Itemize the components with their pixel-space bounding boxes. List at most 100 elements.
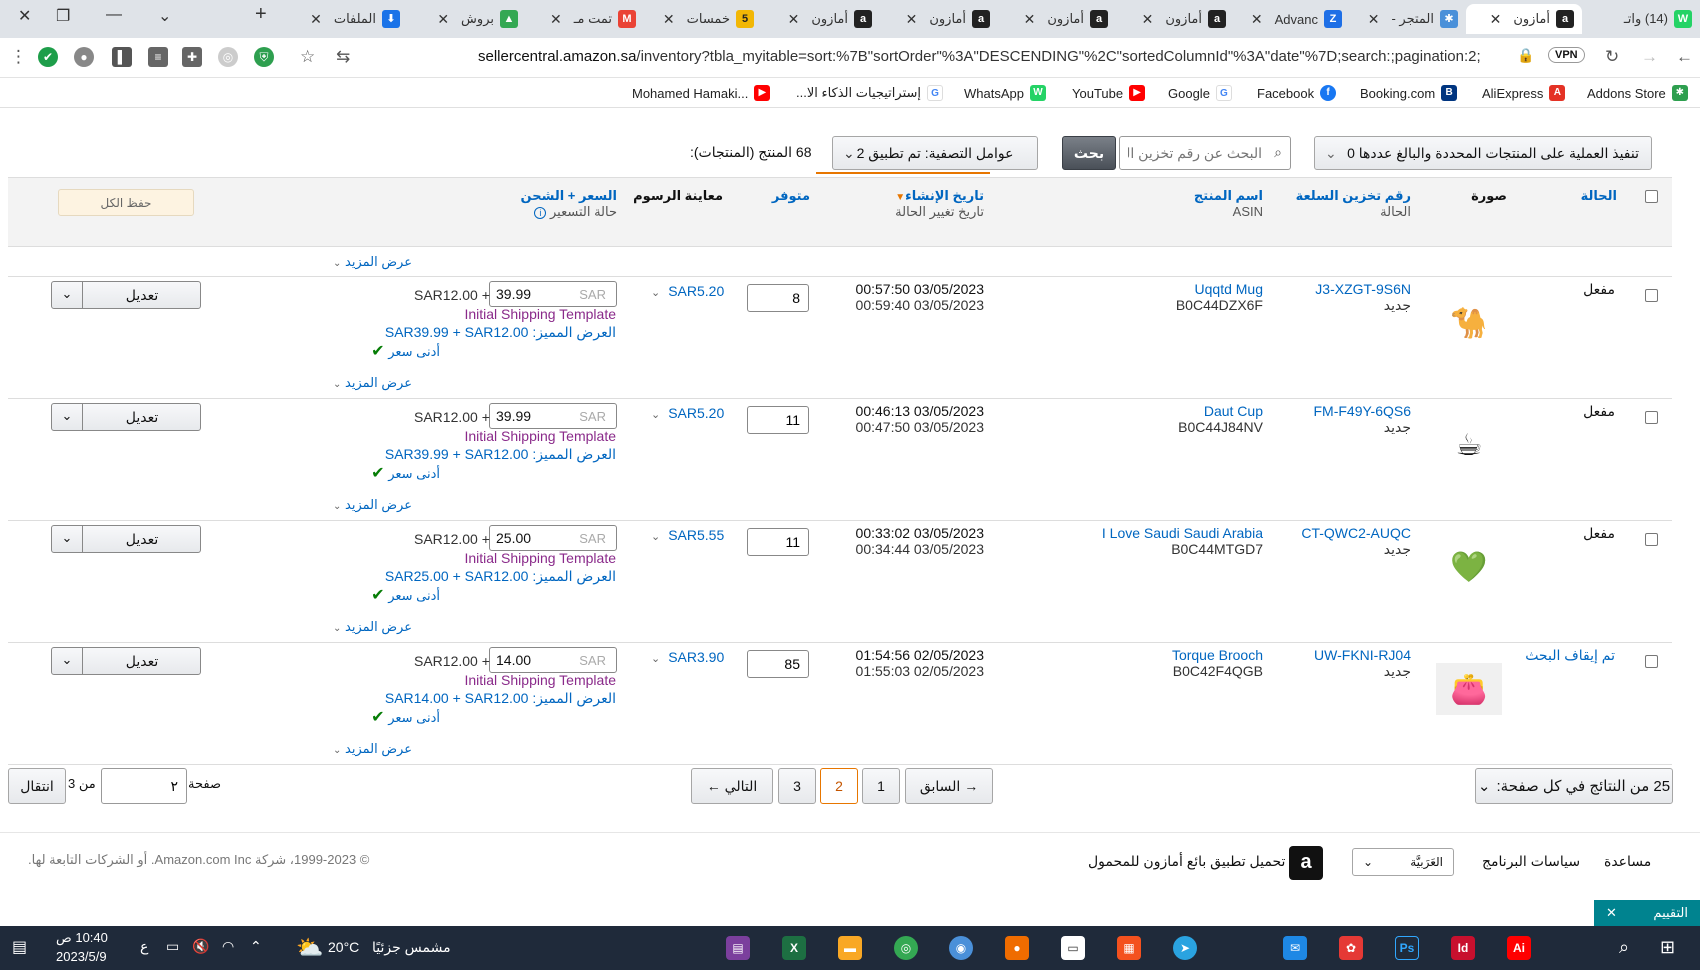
product-thumbnail[interactable]: 🐪: [1436, 297, 1502, 349]
row-checkbox[interactable]: [1645, 289, 1658, 302]
chevron-down-icon[interactable]: ⌄: [52, 404, 83, 430]
close-tab-icon[interactable]: ✕: [1024, 11, 1036, 28]
wifi-icon[interactable]: ◠: [222, 938, 234, 955]
close-tab-icon[interactable]: ✕: [788, 11, 800, 28]
help-link[interactable]: مساعدة: [1604, 853, 1651, 870]
sku-link[interactable]: J3-XZGT-9S6N: [1315, 281, 1411, 297]
battery-icon[interactable]: ▭: [166, 938, 179, 955]
show-more-link[interactable]: عرض المزيد ⌄: [333, 497, 412, 513]
close-tab-icon[interactable]: ✕: [663, 11, 675, 28]
compass-extension-icon[interactable]: ◎: [218, 47, 238, 67]
sidebar-icon[interactable]: ▌: [112, 47, 132, 67]
quantity-input[interactable]: [747, 406, 809, 434]
info-icon[interactable]: i: [534, 207, 547, 219]
select-all-checkbox[interactable]: [1645, 190, 1658, 203]
next-page-button[interactable]: التالي ←: [691, 768, 773, 804]
search-input[interactable]: [1120, 137, 1290, 169]
shipping-template-link[interactable]: Initial Shipping Template: [464, 672, 616, 688]
close-tab-icon[interactable]: ✕: [1142, 11, 1154, 28]
telegram-icon[interactable]: ➤: [1173, 936, 1197, 960]
store-icon[interactable]: ▦: [1117, 936, 1141, 960]
minimize-window-icon[interactable]: —: [106, 6, 122, 24]
url-text[interactable]: sellercentral.amazon.sa/inventory?tbla_m…: [478, 48, 1481, 65]
row-status[interactable]: تم إيقاف البحث: [1525, 647, 1615, 664]
quantity-input[interactable]: [747, 284, 809, 312]
search-button[interactable]: بحث: [1062, 136, 1116, 170]
page-3-button[interactable]: 3: [778, 768, 816, 804]
quantity-input[interactable]: [747, 528, 809, 556]
share-icon[interactable]: ⇆: [336, 47, 350, 67]
show-more-link[interactable]: عرض المزيد ⌄: [333, 254, 412, 270]
header-price[interactable]: السعر + الشحن حالة التسعير i: [521, 188, 617, 220]
tab-list-icon[interactable]: ⌄: [158, 6, 171, 26]
row-checkbox[interactable]: [1645, 411, 1658, 424]
clock-date[interactable]: 2023/5/9: [56, 949, 107, 964]
chevron-up-icon[interactable]: ⌃: [250, 938, 262, 955]
product-thumbnail[interactable]: 💚: [1436, 541, 1502, 593]
bookmark-item[interactable]: Addons Store ✱: [1587, 85, 1688, 101]
page-2-button-current[interactable]: 2: [820, 768, 858, 804]
program-policies-link[interactable]: سياسات البرنامج: [1482, 853, 1580, 870]
profile-icon[interactable]: ●: [74, 47, 94, 67]
bookmark-star-icon[interactable]: ☆: [300, 47, 315, 67]
close-tab-icon[interactable]: ✕: [1490, 11, 1502, 28]
product-thumbnail[interactable]: ☕: [1436, 419, 1502, 471]
restore-window-icon[interactable]: ❐: [56, 6, 70, 26]
tab-4[interactable]: Z Advanc ✕: [1234, 4, 1350, 34]
sku-link[interactable]: FM-F49Y-6QS6: [1313, 403, 1411, 419]
tab-7[interactable]: a أمازون ✕: [882, 4, 998, 34]
price-input-box[interactable]: SAR 39.99: [489, 281, 617, 307]
search-icon[interactable]: ⌕: [1619, 937, 1629, 958]
adobe-illustrator-icon[interactable]: Ai: [1507, 936, 1531, 960]
product-name-link[interactable]: Daut Cup: [1178, 403, 1263, 419]
page-1-button[interactable]: 1: [862, 768, 900, 804]
tab-12[interactable]: ⬇ الملفات ✕: [292, 4, 408, 34]
row-checkbox[interactable]: [1645, 655, 1658, 668]
sku-link[interactable]: UW-FKNI-RJ04: [1314, 647, 1411, 663]
bookmark-item[interactable]: Mohamed Hamaki... ▶: [632, 85, 771, 101]
adblock-icon[interactable]: ✔: [38, 47, 58, 67]
close-tab-icon[interactable]: ✕: [310, 11, 322, 28]
bookmark-item[interactable]: Facebook f: [1257, 85, 1337, 101]
notifications-icon[interactable]: ▤: [12, 937, 27, 957]
page-number-input[interactable]: [101, 768, 187, 804]
fee-preview[interactable]: ⌄ SAR5.55: [651, 527, 724, 543]
new-tab-icon[interactable]: +: [255, 3, 267, 26]
forward-icon[interactable]: →: [1641, 47, 1658, 67]
edit-dropdown-button[interactable]: تعديل ⌄: [51, 525, 201, 553]
reload-icon[interactable]: ↻: [1605, 47, 1619, 67]
bookmark-item[interactable]: AliExpress A: [1482, 85, 1566, 101]
indesign-icon[interactable]: Id: [1451, 936, 1475, 960]
excel-icon[interactable]: X: [782, 936, 806, 960]
per-page-dropdown[interactable]: 25 من النتائج في كل صفحة: ⌄: [1475, 768, 1673, 804]
shipping-template-link[interactable]: Initial Shipping Template: [464, 428, 616, 444]
shipping-template-link[interactable]: Initial Shipping Template: [464, 306, 616, 322]
go-button[interactable]: انتقال: [8, 768, 66, 804]
chevron-down-icon[interactable]: ⌄: [52, 648, 83, 674]
tab-8[interactable]: a أمازون ✕: [764, 4, 880, 34]
header-created[interactable]: تاريخ الإنشاء▼ تاريخ تغيير الحالة: [895, 188, 984, 220]
tab-5[interactable]: a أمازون ✕: [1118, 4, 1234, 34]
photoshop-icon[interactable]: Ps: [1395, 936, 1419, 960]
mail-icon[interactable]: ✉: [1283, 936, 1307, 960]
save-all-button[interactable]: حفظ الكل: [58, 189, 194, 216]
header-sku[interactable]: رقم تخزين السلعة الحالة: [1296, 188, 1411, 220]
file-icon[interactable]: ▭: [1061, 936, 1085, 960]
chevron-down-icon[interactable]: ⌄: [52, 526, 83, 552]
fee-preview[interactable]: ⌄ SAR5.20: [651, 405, 724, 421]
price-input-box[interactable]: SAR 14.00: [489, 647, 617, 673]
tab-6[interactable]: a أمازون ✕: [1000, 4, 1116, 34]
fee-preview[interactable]: ⌄ SAR5.20: [651, 283, 724, 299]
bookmark-item[interactable]: G إستراتيجيات الذكاء الا...: [796, 85, 944, 101]
feedback-tab[interactable]: التقييم ✕: [1594, 900, 1700, 926]
price-input-box[interactable]: SAR 25.00: [489, 525, 617, 551]
product-name-link[interactable]: I Love Saudi Saudi Arabia: [1102, 525, 1263, 541]
product-name-link[interactable]: Torque Brooch: [1172, 647, 1263, 663]
header-status[interactable]: الحالة: [1581, 188, 1617, 204]
language-select[interactable]: العَرَبيَّة ⌄: [1352, 848, 1454, 876]
close-tab-icon[interactable]: ✕: [1251, 11, 1263, 28]
product-name-link[interactable]: Uqqtd Mug: [1176, 281, 1263, 297]
shield-extension-icon[interactable]: ⛨: [254, 47, 274, 67]
close-tab-icon[interactable]: ✕: [437, 11, 449, 28]
vpn-icon[interactable]: VPN: [1548, 47, 1585, 63]
